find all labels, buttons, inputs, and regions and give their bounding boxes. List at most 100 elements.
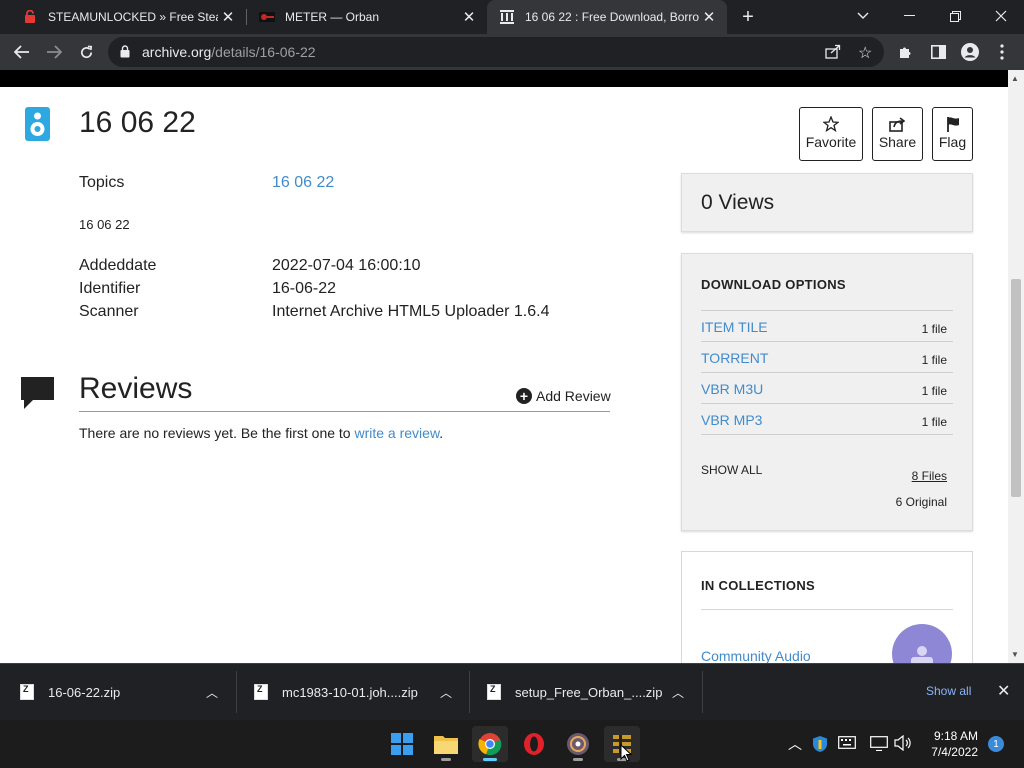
opera-icon[interactable] [516, 726, 552, 762]
share-page-icon[interactable] [825, 44, 841, 64]
mouse-cursor-icon [620, 743, 633, 767]
running-indicator [483, 758, 497, 761]
download-filename: setup_Free_Orban_....zip [515, 684, 663, 700]
window-close-icon[interactable] [978, 0, 1024, 32]
community-audio-icon[interactable] [892, 624, 952, 663]
collection-link[interactable]: Community Audio [701, 648, 811, 663]
tab-title: 16 06 22 : Free Download, Borrow [525, 10, 699, 24]
side-panel-icon[interactable] [924, 38, 952, 66]
tab-meter-orban[interactable]: METER — Orban ✕ [237, 0, 487, 34]
views-count: 0 Views [701, 191, 775, 214]
file-count: 1 file [921, 353, 947, 367]
keyboard-icon[interactable] [838, 736, 856, 752]
show-all-downloads-button[interactable]: Show all [926, 684, 971, 698]
defender-shield-icon[interactable] [812, 735, 828, 756]
tab-archive-item[interactable]: 16 06 22 : Free Download, Borrow ✕ [487, 0, 727, 34]
restore-icon[interactable] [932, 0, 978, 32]
flag-icon [946, 114, 960, 134]
chrome-icon[interactable] [472, 726, 508, 762]
profile-avatar-icon[interactable] [956, 38, 984, 66]
no-reviews-period: . [439, 425, 444, 441]
download-option-torrent: TORRENT 1 file [701, 342, 953, 373]
download-options-panel: DOWNLOAD OPTIONS ITEM TILE 1 file TORREN… [681, 253, 973, 531]
windows-taskbar: ︿ 9:18 AM 7/4/2022 1 [0, 720, 1024, 768]
tab-close-icon[interactable]: ✕ [459, 7, 479, 27]
reload-icon[interactable] [72, 38, 100, 66]
file-count: 1 file [921, 384, 947, 398]
all-files-link[interactable]: 8 Files [912, 469, 947, 483]
lock-icon[interactable] [120, 45, 130, 63]
flag-label: Flag [938, 134, 967, 150]
bookmark-star-icon[interactable]: ☆ [858, 43, 872, 63]
download-options-heading: DOWNLOAD OPTIONS [701, 277, 846, 292]
chevron-up-icon[interactable]: ︿ [206, 684, 218, 701]
write-review-link[interactable]: write a review [354, 425, 439, 441]
running-indicator [441, 758, 451, 761]
plus-circle-icon: + [516, 388, 532, 404]
volume-speaker-icon[interactable] [894, 734, 912, 754]
download-item[interactable]: 16-06-22.zip ︿ [0, 664, 236, 720]
addeddate-label: Addeddate [79, 257, 157, 274]
scroll-up-arrow-icon[interactable]: ▲ [1011, 74, 1019, 83]
download-item[interactable]: setup_Free_Orban_....zip ︿ [467, 664, 703, 720]
scrollbar-thumb[interactable] [1011, 279, 1021, 497]
zip-file-icon [487, 684, 501, 700]
file-count: 1 file [921, 322, 947, 336]
back-arrow-icon[interactable] [8, 38, 36, 66]
file-count: 1 file [921, 415, 947, 429]
extensions-puzzle-icon[interactable] [892, 38, 920, 66]
forward-arrow-icon[interactable] [40, 38, 68, 66]
url-path: /details/16-06-22 [211, 44, 316, 60]
scroll-down-arrow-icon[interactable]: ▼ [1011, 650, 1019, 659]
minimize-icon[interactable] [886, 0, 932, 32]
media-player-icon[interactable] [560, 726, 596, 762]
tab-search-chevron-icon[interactable] [840, 0, 886, 32]
collections-panel: IN COLLECTIONS Community Audio [681, 551, 973, 663]
clock-date[interactable]: 7/4/2022 [924, 745, 978, 759]
start-windows-icon[interactable] [384, 726, 420, 762]
network-monitor-icon[interactable] [870, 736, 888, 754]
new-tab-plus-icon[interactable]: + [734, 3, 762, 31]
notification-badge[interactable]: 1 [988, 736, 1004, 752]
address-bar[interactable]: archive.org/details/16-06-22 ☆ [108, 37, 884, 67]
scanner-label: Scanner [79, 303, 139, 320]
clock-time[interactable]: 9:18 AM [930, 729, 978, 743]
add-review-button[interactable]: + Add Review [516, 388, 611, 404]
url-text[interactable]: archive.org/details/16-06-22 [142, 44, 316, 60]
downloads-shelf: 16-06-22.zip ︿ mc1983-10-01.joh....zip ︿… [0, 663, 1024, 720]
zip-file-icon [20, 684, 34, 700]
download-option-link[interactable]: VBR M3U [701, 381, 763, 397]
divider [701, 609, 953, 610]
audio-speaker-icon [25, 107, 50, 141]
favorite-button[interactable]: Favorite [799, 107, 863, 161]
tab-title: STEAMUNLOCKED » Free Steam [48, 10, 218, 24]
no-reviews-message: There are no reviews yet. Be the first o… [79, 425, 355, 441]
tray-overflow-chevron-icon[interactable]: ︿ [788, 734, 802, 754]
tab-close-icon[interactable]: ✕ [218, 7, 238, 27]
topics-link[interactable]: 16 06 22 [272, 174, 334, 192]
file-explorer-icon[interactable] [428, 726, 464, 762]
add-review-label: Add Review [536, 388, 611, 404]
menu-kebab-icon[interactable] [988, 38, 1016, 66]
tab-close-icon[interactable]: ✕ [699, 7, 719, 27]
show-all-button[interactable]: SHOW ALL [701, 463, 762, 477]
download-item[interactable]: mc1983-10-01.joh....zip ︿ [234, 664, 470, 720]
tab-steamunlocked[interactable]: STEAMUNLOCKED » Free Steam ✕ [0, 0, 246, 34]
close-shelf-icon[interactable]: ✕ [997, 681, 1010, 701]
download-filename: 16-06-22.zip [48, 684, 121, 700]
favorite-label: Favorite [805, 134, 857, 150]
download-option-link[interactable]: TORRENT [701, 350, 768, 366]
tab-strip: STEAMUNLOCKED » Free Steam ✕ METER — Orb… [0, 0, 1024, 34]
download-option-link[interactable]: VBR MP3 [701, 412, 762, 428]
archive-nav-bar [0, 70, 1008, 87]
page-scrollbar[interactable]: ▲ ▼ [1008, 70, 1024, 663]
download-option-vbr-m3u: VBR M3U 1 file [701, 373, 953, 404]
chevron-up-icon[interactable]: ︿ [440, 684, 452, 701]
archive-favicon-icon [499, 9, 515, 25]
flag-button[interactable]: Flag [932, 107, 973, 161]
share-button[interactable]: Share [872, 107, 923, 161]
chevron-up-icon[interactable]: ︿ [672, 684, 684, 701]
star-icon [823, 114, 839, 134]
identifier-value: 16-06-22 [272, 280, 337, 297]
download-option-link[interactable]: ITEM TILE [701, 319, 768, 335]
